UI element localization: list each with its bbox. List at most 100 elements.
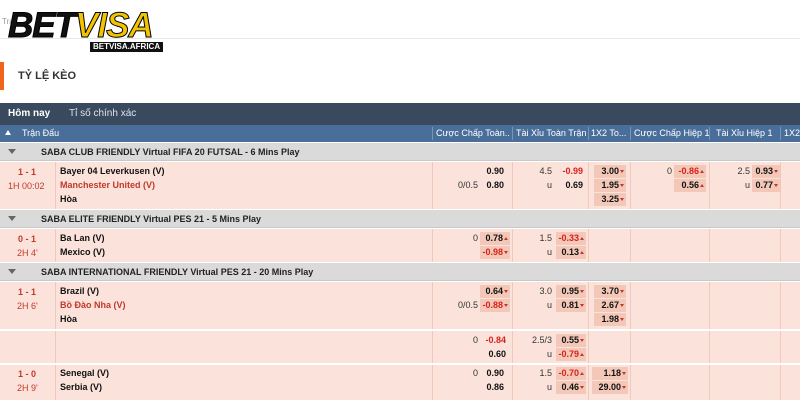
odds-value[interactable]: 0.69 [555, 179, 583, 192]
odds-value[interactable]: 0.78 [480, 232, 510, 245]
odds-value[interactable]: 1.18 [592, 367, 628, 380]
match-row: 1 - 0 2H 9' Senegal (V) Serbia (V) 0 0.9… [0, 365, 800, 400]
odds-value[interactable]: -0.84 [478, 334, 506, 347]
odds-down-icon [620, 304, 624, 308]
odds-value[interactable]: 3.25 [594, 193, 626, 206]
league-name: SABA CLUB FRIENDLY Virtual FIFA 20 FUTSA… [41, 147, 300, 157]
odds-value[interactable]: 1.98 [594, 313, 626, 326]
league-header[interactable]: SABA INTERNATIONAL FRIENDLY Virtual PES … [0, 263, 800, 281]
odds-down-icon [622, 386, 626, 390]
odds-up-icon [580, 372, 584, 376]
tab-today[interactable]: Hôm nay [1, 103, 57, 125]
col-full-handicap[interactable]: Cược Chấp Toàn... [436, 125, 510, 142]
odds-value[interactable]: 0.77 [752, 179, 780, 192]
header-divider [0, 38, 800, 39]
odds-value[interactable]: 3.70 [594, 285, 626, 298]
draw-label: Hòa [60, 314, 78, 324]
odds-value[interactable]: 0.90 [478, 165, 504, 178]
league-header[interactable]: SABA ELITE FRIENDLY Virtual PES 21 - 5 M… [0, 210, 800, 228]
tab-exact-score[interactable]: Tỉ số chính xác [62, 103, 143, 125]
odds-down-icon [622, 372, 626, 376]
odds-value[interactable]: -0.70 [556, 367, 586, 380]
handicap-line: 0 [472, 368, 478, 378]
handicap-line: 0 [666, 166, 672, 176]
over-under-line: 1.5 [539, 233, 552, 243]
league-header[interactable]: SABA CLUB FRIENDLY Virtual FIFA 20 FUTSA… [0, 143, 800, 161]
handicap-line: 0 [472, 233, 478, 243]
odds-value[interactable]: -0.33 [556, 232, 586, 245]
odds-down-icon [580, 304, 584, 308]
odds-value[interactable]: -0.79 [556, 348, 586, 361]
logo-accent: VISA [75, 6, 155, 46]
over-under-line: 2.5 [737, 166, 750, 176]
odds-value[interactable]: 0.46 [556, 381, 586, 394]
match-row: 1 - 1 2H 6' Brazil (V) Bồ Đào Nha (V) Hò… [0, 282, 800, 330]
odds-value[interactable]: 0.93 [752, 165, 780, 178]
odds-value[interactable]: 29.00 [592, 381, 628, 394]
match-score: 0 - 1 [18, 234, 37, 244]
match-score: 1 - 0 [18, 369, 37, 379]
odds-down-icon [580, 386, 584, 390]
tab-bar: Hôm nay Tỉ số chính xác [0, 103, 800, 125]
expand-icon[interactable] [8, 149, 16, 154]
odds-value[interactable]: 0.80 [478, 179, 504, 192]
odds-value[interactable]: -0.98 [480, 246, 510, 259]
odds-up-icon [504, 237, 508, 241]
expand-icon[interactable] [8, 269, 16, 274]
odds-value[interactable]: -0.86 [674, 165, 706, 178]
odds-up-icon [580, 353, 584, 357]
expand-icon[interactable] [8, 216, 16, 221]
home-team: Brazil (V) [60, 286, 100, 296]
odds-down-icon [504, 304, 508, 308]
odds-value[interactable]: 0.60 [478, 348, 506, 361]
handicap-line: 0 [472, 335, 478, 345]
odds-up-icon [580, 251, 584, 255]
odds-value[interactable]: 0.86 [478, 381, 504, 394]
col-divider [512, 127, 513, 140]
col-divider [780, 127, 781, 140]
odds-down-icon [504, 290, 508, 294]
odds-value[interactable]: 3.00 [594, 165, 626, 178]
odds-value[interactable]: 0.13 [556, 246, 586, 259]
match-time: 2H 9' [17, 383, 38, 393]
over-under-line: 2.5/3 [531, 335, 552, 345]
under-label: u [546, 247, 552, 257]
odds-value[interactable]: 0.90 [478, 367, 504, 380]
logo-main: BET [8, 6, 77, 46]
col-divider [432, 127, 433, 140]
col-full-over-under[interactable]: Tài Xỉu Toàn Trận [516, 125, 588, 142]
odds-value[interactable]: 0.55 [556, 334, 586, 347]
collapse-all-icon[interactable] [5, 130, 11, 135]
odds-down-icon [620, 184, 624, 188]
col-h1-handicap[interactable]: Cược Chấp Hiệp 1 [634, 125, 710, 142]
col-h1-over-under[interactable]: Tài Xỉu Hiệp 1 [716, 125, 778, 142]
col-full-1x2[interactable]: 1X2 To... [591, 125, 631, 142]
under-label: u [546, 300, 552, 310]
odds-down-icon [504, 251, 508, 255]
handicap-line: 0/0.5 [457, 300, 478, 310]
odds-value[interactable]: 0.81 [556, 299, 586, 312]
under-label: u [546, 180, 552, 190]
odds-value[interactable]: -0.88 [480, 299, 510, 312]
col-divider [709, 127, 710, 140]
over-under-line: 4.5 [539, 166, 552, 176]
home-team: Senegal (V) [60, 368, 110, 378]
odds-up-icon [700, 170, 704, 174]
under-label: u [546, 349, 552, 359]
table-header: Trận Đấu Cược Chấp Toàn... Tài Xỉu Toàn … [0, 125, 800, 142]
odds-value[interactable]: 0.95 [556, 285, 586, 298]
odds-down-icon [580, 339, 584, 343]
odds-down-icon [774, 184, 778, 188]
odds-down-icon [774, 170, 778, 174]
handicap-line: 0/0.5 [457, 180, 478, 190]
odds-value[interactable]: 0.56 [674, 179, 706, 192]
betvisa-logo[interactable]: BETVISA BETVISA.AFRICA [8, 6, 168, 52]
odds-value[interactable]: -0.99 [555, 165, 583, 178]
odds-value[interactable]: 0.64 [480, 285, 510, 298]
col-h1-1x2[interactable]: 1X2 [784, 125, 800, 142]
odds-value[interactable]: 1.95 [594, 179, 626, 192]
odds-value[interactable]: 2.67 [594, 299, 626, 312]
page-title-bar: TỶ LỆ KÈO [0, 62, 800, 90]
odds-down-icon [620, 170, 624, 174]
col-match[interactable]: Trận Đấu [22, 125, 112, 142]
